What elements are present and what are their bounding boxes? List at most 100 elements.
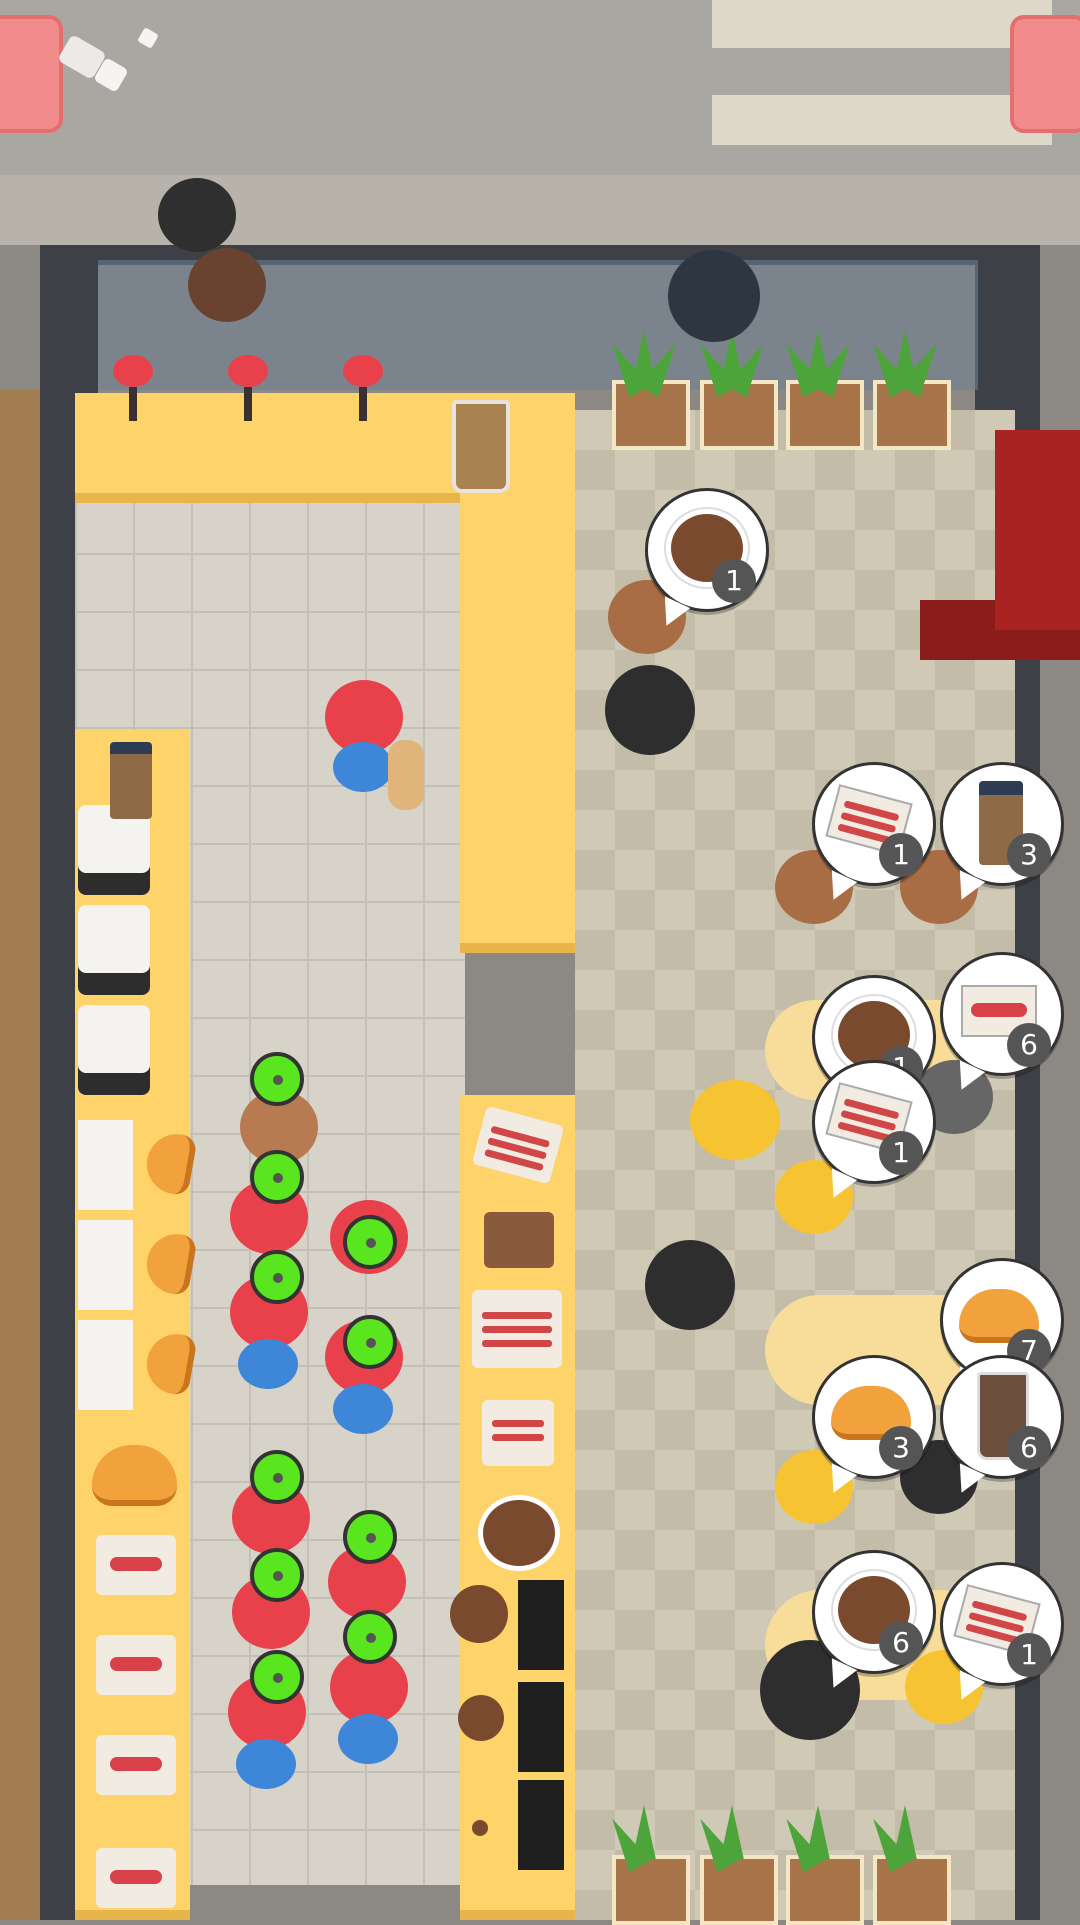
pedestrian (188, 248, 266, 322)
plant-pot (873, 1855, 951, 1925)
plant (775, 330, 864, 450)
espresso-dispenser[interactable] (518, 1580, 564, 1670)
bacon-press[interactable] (484, 1212, 554, 1268)
timer-dot (366, 1338, 376, 1348)
progress-timer (250, 1450, 304, 1504)
timer-dot (273, 1173, 283, 1183)
timer-dot (273, 1075, 283, 1085)
plant (689, 330, 778, 450)
coffee-bean[interactable] (450, 1585, 508, 1643)
order-bubble[interactable]: 6 (940, 952, 1064, 1076)
sausage-plate[interactable] (96, 1535, 176, 1595)
sausage-plate[interactable] (96, 1848, 176, 1908)
order-count-badge: 1 (1007, 1633, 1051, 1677)
sausage (110, 1557, 162, 1571)
car (0, 15, 63, 133)
progress-timer (343, 1315, 397, 1369)
progress-timer (343, 1510, 397, 1564)
worker-body (338, 1714, 398, 1764)
order-bubble[interactable]: 1 (812, 762, 936, 886)
pedestrian (158, 178, 236, 252)
iced-drink[interactable] (452, 400, 510, 493)
stool (343, 355, 383, 421)
car (1010, 15, 1080, 133)
order-bubble[interactable]: 6 (940, 1355, 1064, 1479)
croissant-oven[interactable] (78, 1120, 133, 1210)
coffee-cup[interactable] (478, 1495, 560, 1571)
worker (330, 1650, 408, 1764)
espresso-dispenser[interactable] (518, 1780, 564, 1870)
coffee-machine[interactable] (78, 1005, 150, 1095)
croissant-oven[interactable] (78, 1320, 133, 1410)
coffee-bean[interactable] (472, 1820, 488, 1836)
chef-body (333, 742, 393, 792)
stool (113, 355, 153, 421)
customer (605, 665, 695, 755)
takeaway-coffee[interactable] (110, 742, 152, 819)
timer-dot (366, 1238, 376, 1248)
awning (995, 430, 1080, 630)
pedestrian (668, 250, 760, 342)
progress-timer (250, 1250, 304, 1304)
plant (689, 1805, 778, 1925)
order-bubble[interactable]: 1 (940, 1562, 1064, 1686)
order-bubble[interactable]: 6 (812, 1550, 936, 1674)
worker-body (333, 1384, 393, 1434)
coffee-bean[interactable] (458, 1695, 504, 1741)
customer (690, 1080, 780, 1160)
sausage (110, 1757, 162, 1771)
progress-timer (250, 1150, 304, 1204)
timer-dot (366, 1633, 376, 1643)
progress-timer (250, 1650, 304, 1704)
plant-pot (786, 1855, 864, 1925)
worker-body (238, 1339, 298, 1389)
stool-pole (359, 387, 367, 421)
order-count-badge: 1 (879, 833, 923, 877)
espresso-dispenser[interactable] (518, 1682, 564, 1772)
order-count-badge: 6 (1007, 1023, 1051, 1067)
bacon-strip (482, 1340, 552, 1347)
progress-timer (250, 1548, 304, 1602)
pet-cat (388, 740, 424, 810)
timer-dot (273, 1571, 283, 1581)
worker-body (236, 1739, 296, 1789)
order-count-badge: 6 (879, 1621, 923, 1665)
stool-seat (228, 355, 268, 387)
sausage (971, 1003, 1027, 1017)
plant (862, 330, 951, 450)
sausage-plate[interactable] (96, 1735, 176, 1795)
stool-pole (129, 387, 137, 421)
order-count-badge: 1 (712, 559, 756, 603)
bacon-strip (482, 1326, 552, 1333)
progress-timer (250, 1052, 304, 1106)
bacon-strip (492, 1420, 544, 1427)
stool-seat (113, 355, 153, 387)
bacon-tray[interactable] (472, 1290, 562, 1368)
croissant-oven[interactable] (78, 1220, 133, 1310)
order-bubble[interactable]: 3 (812, 1355, 936, 1479)
order-count-badge: 6 (1007, 1426, 1051, 1470)
order-count-badge: 1 (879, 1131, 923, 1175)
plant (601, 330, 690, 450)
bacon-plate[interactable] (482, 1400, 554, 1466)
plant (775, 1805, 864, 1925)
order-bubble[interactable]: 1 (645, 488, 769, 612)
plant (862, 1805, 951, 1925)
coffee-machine[interactable] (78, 905, 150, 995)
stool-seat (343, 355, 383, 387)
plant-pot (612, 1855, 690, 1925)
order-bubble[interactable]: 3 (940, 762, 1064, 886)
crosswalk-stripe (712, 95, 1052, 145)
sausage (110, 1870, 162, 1884)
plant (601, 1805, 690, 1925)
order-bubble[interactable]: 1 (812, 1060, 936, 1184)
timer-dot (273, 1273, 283, 1283)
order-count-badge: 3 (1007, 833, 1051, 877)
sausage-plate[interactable] (96, 1635, 176, 1695)
progress-timer (343, 1610, 397, 1664)
bacon-strip (492, 1434, 544, 1441)
stool-pole (244, 387, 252, 421)
timer-dot (366, 1533, 376, 1543)
timer-dot (273, 1473, 283, 1483)
sausage (110, 1657, 162, 1671)
